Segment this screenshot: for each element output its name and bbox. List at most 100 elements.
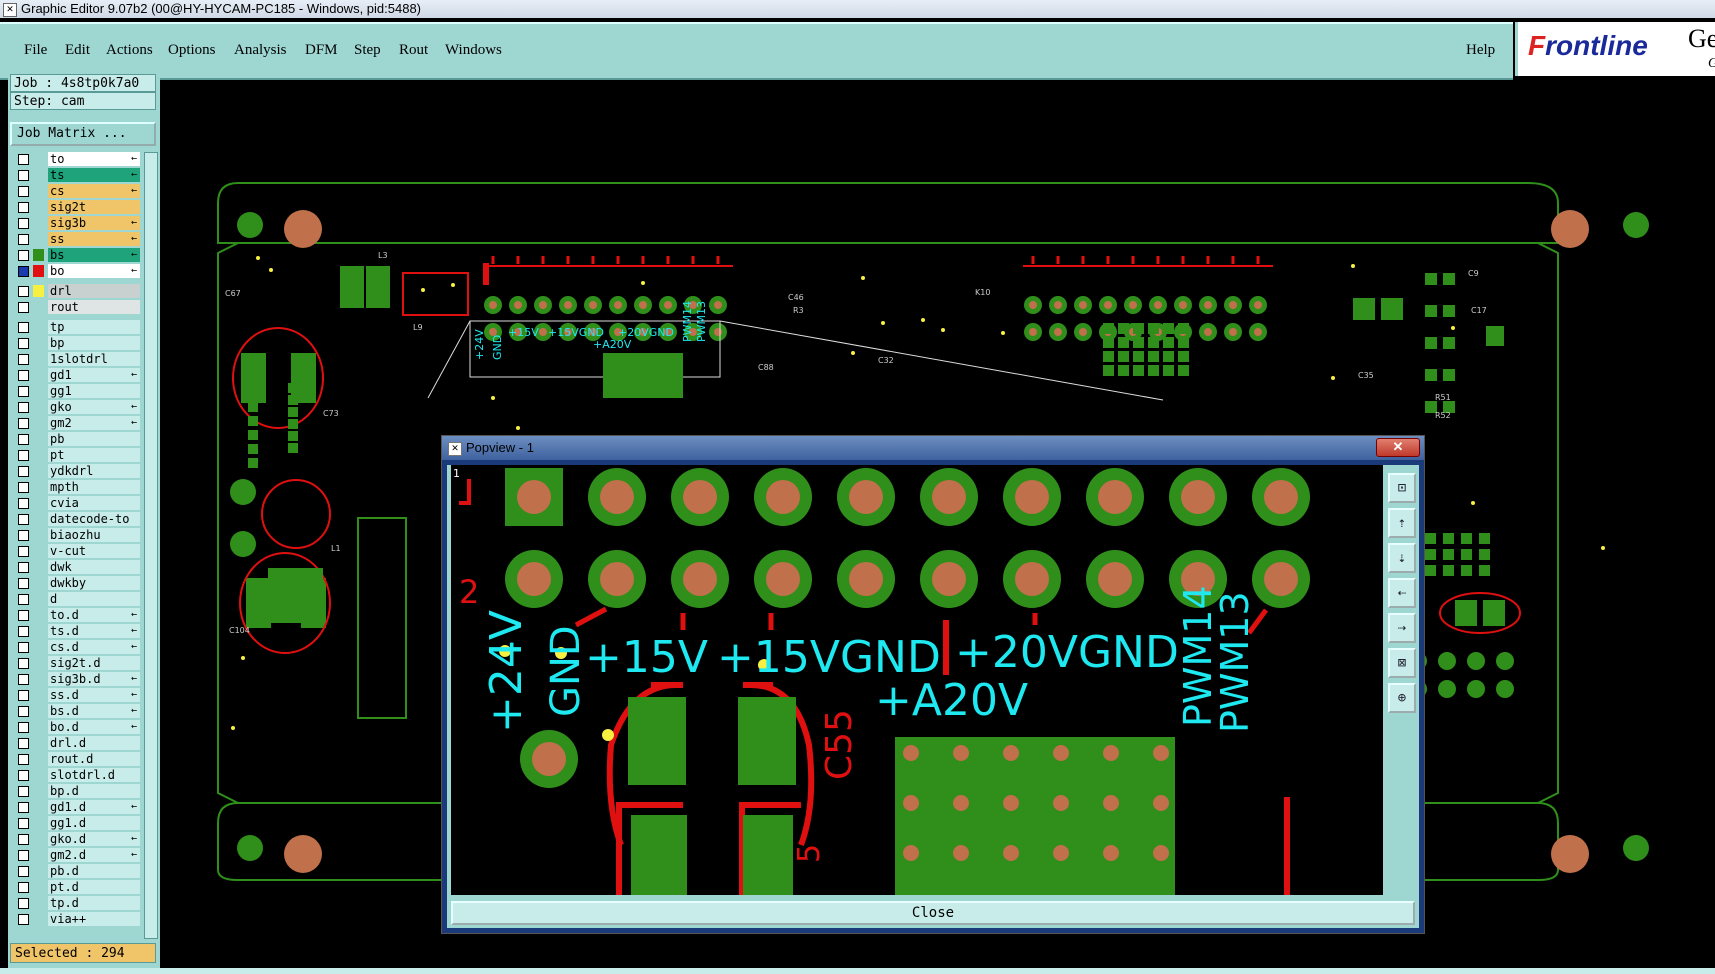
pan-down-icon[interactable]: ⇣ (1388, 543, 1416, 573)
layer-checkbox[interactable] (18, 170, 29, 181)
menu-windows[interactable]: Windows (445, 42, 502, 59)
menu-dfm[interactable]: DFM (305, 42, 338, 59)
layer-row[interactable]: ts.d ← (10, 624, 140, 639)
layer-checkbox[interactable] (18, 402, 29, 413)
layer-row[interactable]: bp.d (10, 784, 140, 799)
layer-display-swatch[interactable] (33, 833, 44, 845)
layer-checkbox[interactable] (18, 834, 29, 845)
layer-checkbox[interactable] (18, 466, 29, 477)
layer-checkbox[interactable] (18, 250, 29, 261)
popview-canvas[interactable]: +24V GND+15V +15VGND +20VGND+A20V PWM14PWM13… (451, 465, 1383, 895)
layer-checkbox[interactable] (18, 562, 29, 573)
layer-display-swatch[interactable] (33, 689, 44, 701)
menu-file[interactable]: File (24, 42, 47, 59)
layer-row[interactable]: gg1.d (10, 816, 140, 831)
layer-display-swatch[interactable] (33, 913, 44, 925)
layer-display-swatch[interactable] (33, 321, 44, 333)
layer-checkbox[interactable] (18, 626, 29, 637)
layer-display-swatch[interactable] (33, 369, 44, 381)
layer-checkbox[interactable] (18, 594, 29, 605)
layer-display-swatch[interactable] (33, 497, 44, 509)
layer-display-swatch[interactable] (33, 301, 44, 313)
layer-row[interactable]: bs ← (10, 248, 140, 263)
layer-checkbox[interactable] (18, 706, 29, 717)
layer-row[interactable]: biaozhu (10, 528, 140, 543)
layer-row[interactable]: d (10, 592, 140, 607)
layer-display-swatch[interactable] (33, 641, 44, 653)
layer-checkbox[interactable] (18, 786, 29, 797)
layer-checkbox[interactable] (18, 882, 29, 893)
pan-up-icon[interactable]: ⇡ (1388, 508, 1416, 538)
layer-display-swatch[interactable] (33, 577, 44, 589)
layer-row[interactable]: bo ← (10, 264, 140, 279)
layer-display-swatch[interactable] (33, 785, 44, 797)
layer-checkbox[interactable] (18, 302, 29, 313)
layer-display-swatch[interactable] (33, 737, 44, 749)
menu-actions[interactable]: Actions (106, 42, 153, 59)
layer-row[interactable]: slotdrl.d (10, 768, 140, 783)
layer-row[interactable]: cvia (10, 496, 140, 511)
layer-row[interactable]: sig2t.d (10, 656, 140, 671)
layer-row[interactable]: cs ← (10, 184, 140, 199)
layer-checkbox[interactable] (18, 322, 29, 333)
layer-row[interactable]: gm2 ← (10, 416, 140, 431)
layer-checkbox[interactable] (18, 690, 29, 701)
layer-row[interactable]: pt (10, 448, 140, 463)
layer-display-swatch[interactable] (33, 385, 44, 397)
layer-checkbox[interactable] (18, 338, 29, 349)
layer-display-swatch[interactable] (33, 561, 44, 573)
layer-display-swatch[interactable] (33, 801, 44, 813)
layer-checkbox[interactable] (18, 674, 29, 685)
layer-row[interactable]: via++ (10, 912, 140, 927)
layer-checkbox[interactable] (18, 354, 29, 365)
menu-edit[interactable]: Edit (65, 42, 90, 59)
layer-row[interactable]: v-cut (10, 544, 140, 559)
layer-checkbox[interactable] (18, 234, 29, 245)
layer-display-swatch[interactable] (33, 481, 44, 493)
layer-checkbox[interactable] (18, 154, 29, 165)
layer-display-swatch[interactable] (33, 433, 44, 445)
layer-display-swatch[interactable] (33, 657, 44, 669)
layer-list-scrollbar[interactable] (144, 152, 158, 939)
layer-display-swatch[interactable] (33, 353, 44, 365)
layer-row[interactable]: rout.d (10, 752, 140, 767)
layer-checkbox[interactable] (18, 770, 29, 781)
layer-checkbox[interactable] (18, 530, 29, 541)
zoom-fit-icon[interactable]: ⊡ (1388, 473, 1416, 503)
layer-display-swatch[interactable] (33, 673, 44, 685)
layer-checkbox[interactable] (18, 866, 29, 877)
layer-row[interactable]: ts ← (10, 168, 140, 183)
layer-display-swatch[interactable] (33, 753, 44, 765)
layer-row[interactable]: gm2.d ← (10, 848, 140, 863)
layer-row[interactable]: ydkdrl (10, 464, 140, 479)
layer-row[interactable]: drl (10, 284, 140, 299)
layer-row[interactable]: tp (10, 320, 140, 335)
layer-display-swatch[interactable] (33, 185, 44, 197)
layer-checkbox[interactable] (18, 386, 29, 397)
layer-row[interactable]: gd1 ← (10, 368, 140, 383)
layer-checkbox[interactable] (18, 610, 29, 621)
pan-right-icon[interactable]: ⇢ (1388, 613, 1416, 643)
layer-checkbox[interactable] (18, 202, 29, 213)
layer-display-swatch[interactable] (33, 817, 44, 829)
layer-checkbox[interactable] (18, 722, 29, 733)
layer-display-swatch[interactable] (33, 769, 44, 781)
layer-row[interactable]: gg1 (10, 384, 140, 399)
layer-row[interactable]: pb (10, 432, 140, 447)
menu-help[interactable]: Help (1466, 42, 1495, 59)
layer-display-swatch[interactable] (33, 593, 44, 605)
layer-row[interactable]: drl.d (10, 736, 140, 751)
layer-display-swatch[interactable] (33, 417, 44, 429)
layer-checkbox[interactable] (18, 450, 29, 461)
layer-display-swatch[interactable] (33, 721, 44, 733)
layer-display-swatch[interactable] (33, 545, 44, 557)
layer-row[interactable]: mpth (10, 480, 140, 495)
layer-display-swatch[interactable] (33, 265, 44, 277)
layer-row[interactable]: tp.d (10, 896, 140, 911)
menu-options[interactable]: Options (168, 42, 216, 59)
layer-checkbox[interactable] (18, 850, 29, 861)
layer-display-swatch[interactable] (33, 169, 44, 181)
layer-display-swatch[interactable] (33, 465, 44, 477)
layer-checkbox[interactable] (18, 642, 29, 653)
layer-row[interactable]: cs.d ← (10, 640, 140, 655)
